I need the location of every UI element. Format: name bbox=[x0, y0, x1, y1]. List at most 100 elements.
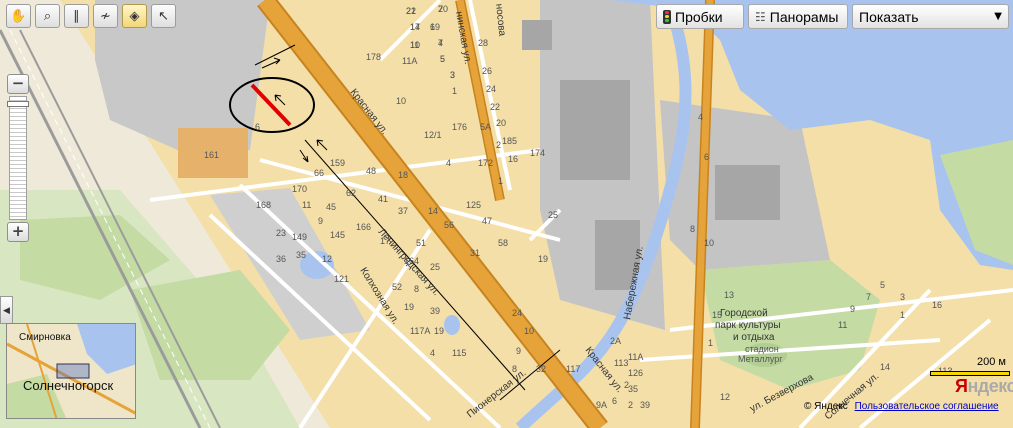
house-number: 21 bbox=[406, 6, 416, 16]
house-number: 20 bbox=[496, 118, 506, 128]
house-number: 16 bbox=[932, 300, 942, 310]
house-number: 24 bbox=[486, 84, 496, 94]
house-number: 2 bbox=[496, 140, 501, 150]
house-number: 58 bbox=[498, 238, 508, 248]
house-number: 9 bbox=[318, 216, 323, 226]
house-number: 45 bbox=[326, 202, 336, 212]
house-number: 2 bbox=[624, 380, 629, 390]
house-number: 6 bbox=[255, 122, 260, 132]
house-number: 12/1 bbox=[424, 130, 442, 140]
house-number: 39 bbox=[430, 306, 440, 316]
house-number: 4 bbox=[698, 112, 703, 122]
house-number: 16 bbox=[508, 154, 518, 164]
copyright-bar: © Яндекс Пользовательское соглашение bbox=[804, 401, 999, 412]
house-number: 5 bbox=[880, 280, 885, 290]
house-number: 14 bbox=[880, 362, 890, 372]
scale-label: 200 м bbox=[977, 356, 1006, 368]
house-number: 9 bbox=[516, 346, 521, 356]
house-number: 37 bbox=[398, 206, 408, 216]
zoom-in-button[interactable]: + bbox=[7, 222, 29, 242]
house-number: 22 bbox=[490, 102, 500, 112]
house-number: 11 bbox=[838, 320, 847, 330]
map-toolbar: ✋ ⌕ ∥ ≁ ◈ ↖ bbox=[6, 4, 176, 28]
magnifier-tool-button[interactable]: ⌕ bbox=[35, 4, 60, 28]
hand-icon: ✋ bbox=[10, 8, 27, 24]
house-number: 166 bbox=[356, 222, 371, 232]
house-number: 8 bbox=[414, 284, 419, 294]
house-number: 7 bbox=[438, 4, 443, 14]
house-number: 28 bbox=[478, 38, 488, 48]
house-number: 121 bbox=[334, 274, 349, 284]
house-number: 51 bbox=[416, 238, 426, 248]
house-number: 14 bbox=[428, 206, 438, 216]
route-tool-button[interactable]: ≁ bbox=[93, 4, 118, 28]
house-number: 10 bbox=[524, 326, 534, 336]
minimap-toggle-button[interactable]: ◀ bbox=[0, 296, 13, 324]
house-number: 2 bbox=[628, 400, 633, 410]
route-icon: ≁ bbox=[100, 8, 111, 24]
placemark-tool-button[interactable]: ◈ bbox=[122, 4, 147, 28]
map-canvas[interactable]: Красная ул. Красная ул. Ленинградская ул… bbox=[0, 0, 1013, 428]
cursor-icon: ↖ bbox=[158, 8, 169, 24]
zoom-out-button[interactable]: − bbox=[7, 74, 29, 94]
house-number: 11А bbox=[628, 352, 643, 362]
house-number: 17 bbox=[410, 22, 420, 32]
minimap-viewport bbox=[56, 363, 90, 379]
house-number: 5 bbox=[440, 54, 445, 64]
zoom-slider-track[interactable] bbox=[7, 96, 29, 220]
building bbox=[715, 165, 780, 220]
house-number: 117 bbox=[566, 364, 580, 374]
triangle-left-icon: ◀ bbox=[3, 305, 10, 315]
traffic-button[interactable]: Пробки bbox=[656, 4, 744, 29]
show-dropdown[interactable]: Показать ▼ bbox=[852, 4, 1009, 29]
stadium-label: стадион Металлург bbox=[738, 344, 783, 364]
ruler-tool-button[interactable]: ∥ bbox=[64, 4, 89, 28]
house-number: 113 bbox=[614, 358, 628, 368]
house-number: 1 bbox=[452, 86, 457, 96]
house-number: 25 bbox=[548, 210, 558, 220]
house-number: 23 bbox=[276, 228, 286, 238]
house-number: 31 bbox=[470, 248, 480, 258]
house-number: 36 bbox=[276, 254, 286, 264]
house-number: 115 bbox=[452, 348, 466, 358]
house-number: 145 bbox=[330, 230, 345, 240]
minimap-town-label: Солнечногорск bbox=[23, 378, 113, 393]
select-tool-button[interactable]: ↖ bbox=[151, 4, 176, 28]
copyright-text: © Яндекс bbox=[804, 401, 848, 412]
house-number: 159 bbox=[330, 158, 345, 168]
house-number: 8 bbox=[690, 224, 695, 234]
zoom-control: − + bbox=[7, 74, 29, 242]
ruler-icon: ∥ bbox=[73, 8, 80, 24]
house-number: 9 bbox=[850, 304, 855, 314]
magnifier-icon: ⌕ bbox=[43, 8, 52, 24]
user-agreement-link[interactable]: Пользовательское соглашение bbox=[855, 401, 999, 412]
house-number: 62 bbox=[346, 188, 356, 198]
yandex-logo[interactable]: Яндекс bbox=[955, 376, 1013, 397]
logo-rest: ндекс bbox=[967, 376, 1013, 396]
house-number: 1 bbox=[498, 176, 503, 186]
house-number: 12 bbox=[322, 254, 332, 264]
house-number: 6 bbox=[704, 152, 709, 162]
house-number: 19 bbox=[404, 302, 414, 312]
house-number: 19 bbox=[434, 326, 444, 336]
zoom-slider-thumb[interactable] bbox=[7, 100, 29, 107]
overview-minimap[interactable]: Смирновка Солнечногорск bbox=[6, 323, 136, 419]
house-number: 172 bbox=[478, 158, 493, 168]
hand-tool-button[interactable]: ✋ bbox=[6, 4, 31, 28]
house-number: 3 bbox=[900, 292, 905, 302]
panoramas-label: Панорамы bbox=[769, 8, 839, 25]
traffic-light-icon bbox=[663, 9, 671, 24]
panoramas-button[interactable]: ☷ Панорамы bbox=[748, 4, 848, 29]
house-number: 3 bbox=[450, 70, 455, 80]
building bbox=[560, 80, 630, 180]
traffic-label: Пробки bbox=[675, 8, 723, 25]
house-number: 176 bbox=[452, 122, 467, 132]
house-number: 19 bbox=[538, 254, 548, 264]
house-number: 1 bbox=[708, 338, 713, 348]
house-number: 8 bbox=[512, 364, 517, 374]
house-number: 5А bbox=[480, 122, 491, 132]
house-number: 10 bbox=[410, 40, 420, 50]
scale-bar: 200 м bbox=[930, 356, 1010, 376]
house-number: 117А bbox=[410, 326, 430, 336]
house-number: 41 bbox=[378, 194, 388, 204]
